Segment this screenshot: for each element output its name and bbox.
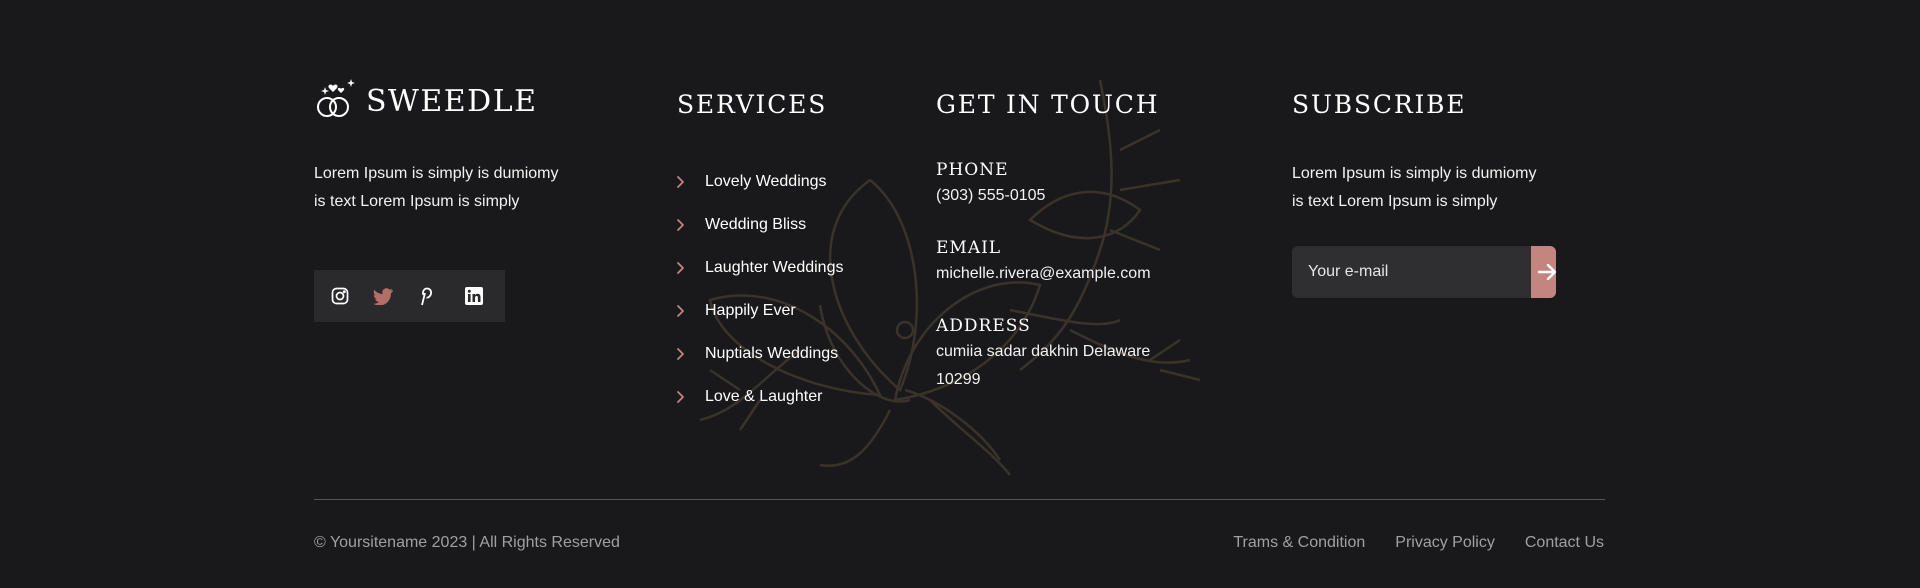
- address-label: ADDRESS: [936, 316, 1031, 336]
- about-line-2: is text Lorem Ipsum is simply: [314, 193, 520, 210]
- footer-links: Trams & Condition Privacy Policy Contact U…: [1233, 534, 1604, 552]
- phone-label: PHONE: [936, 160, 1009, 180]
- pinterest-icon[interactable]: [412, 283, 438, 309]
- address-line-2: 10299: [936, 371, 981, 388]
- subscribe-form: [1292, 246, 1556, 298]
- contact-us-link[interactable]: Contact Us: [1525, 534, 1604, 552]
- subscribe-line-2: is text Lorem Ipsum is simply: [1292, 193, 1498, 210]
- service-label: Laughter Weddings: [705, 258, 844, 276]
- phone-value[interactable]: (303) 555-0105: [936, 182, 1196, 210]
- terms-link[interactable]: Trams & Condition: [1233, 534, 1365, 552]
- subscribe-heading: SUBSCRIBE: [1292, 90, 1467, 119]
- service-label: Lovely Weddings: [705, 172, 827, 190]
- services-heading: SERVICES: [677, 90, 828, 119]
- subscribe-submit-button[interactable]: [1531, 246, 1556, 298]
- subscribe-text: Lorem Ipsum is simply is dumiomy is text…: [1292, 160, 1562, 216]
- brand-name: SWEEDLE: [366, 84, 538, 119]
- about-line-1: Lorem Ipsum is simply is dumiomy: [314, 165, 559, 182]
- privacy-policy-link[interactable]: Privacy Policy: [1395, 534, 1495, 552]
- social-links: [314, 270, 505, 322]
- chevron-right-icon: [676, 347, 690, 361]
- services-list: Lovely Weddings Wedding Bliss Laughter Wed…: [676, 160, 843, 418]
- twitter-icon[interactable]: [370, 283, 396, 309]
- brand-logo[interactable]: SWEEDLE: [314, 78, 538, 125]
- service-item[interactable]: Happily Ever: [676, 289, 843, 332]
- service-label: Love & Laughter: [705, 387, 823, 405]
- chevron-right-icon: [676, 175, 690, 189]
- contact-info: PHONE (303) 555-0105 EMAIL michelle.rive…: [936, 160, 1196, 394]
- subscribe-line-1: Lorem Ipsum is simply is dumiomy: [1292, 165, 1537, 182]
- address-line-1: cumiia sadar dakhin Delaware: [936, 343, 1151, 360]
- email-value[interactable]: michelle.rivera@example.com: [936, 260, 1196, 288]
- service-item[interactable]: Love & Laughter: [676, 375, 843, 418]
- service-item[interactable]: Lovely Weddings: [676, 160, 843, 203]
- service-item[interactable]: Laughter Weddings: [676, 246, 843, 289]
- chevron-right-icon: [676, 261, 690, 275]
- service-item[interactable]: Nuptials Weddings: [676, 332, 843, 375]
- linkedin-icon[interactable]: [461, 283, 487, 309]
- chevron-right-icon: [676, 390, 690, 404]
- instagram-icon[interactable]: [327, 283, 353, 309]
- service-label: Nuptials Weddings: [705, 344, 839, 362]
- copyright-text: © Yoursitename 2023 | All Rights Reserve…: [314, 534, 620, 551]
- service-label: Wedding Bliss: [705, 215, 807, 233]
- service-label: Happily Ever: [705, 301, 796, 319]
- chevron-right-icon: [676, 218, 690, 232]
- service-item[interactable]: Wedding Bliss: [676, 203, 843, 246]
- contact-heading: GET IN TOUCH: [936, 90, 1160, 119]
- wedding-rings-icon: [314, 78, 356, 125]
- footer-divider: [314, 499, 1605, 500]
- about-text: Lorem Ipsum is simply is dumiomy is text…: [314, 160, 594, 216]
- email-label: EMAIL: [936, 238, 1002, 258]
- email-input[interactable]: [1292, 246, 1531, 298]
- chevron-right-icon: [676, 304, 690, 318]
- arrow-right-icon: [1537, 264, 1556, 280]
